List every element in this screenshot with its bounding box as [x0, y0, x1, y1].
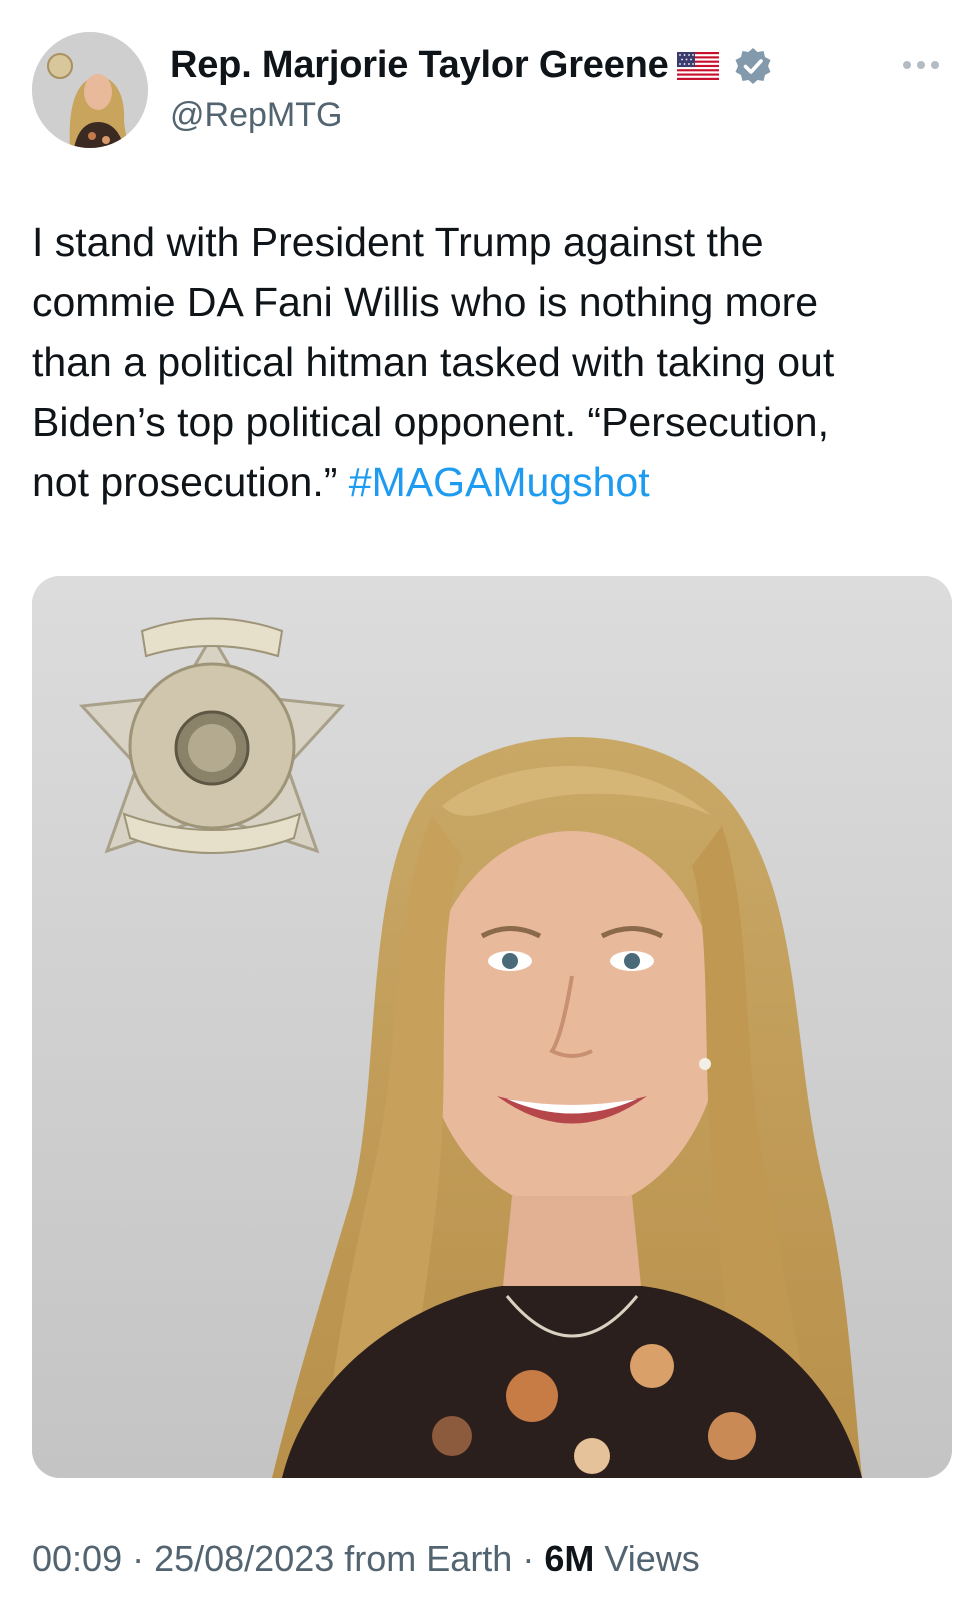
- us-flag-icon: [676, 51, 719, 80]
- views-label[interactable]: Views: [604, 1538, 699, 1580]
- meta-separator: ·: [132, 1538, 145, 1579]
- more-horizontal-icon[interactable]: [900, 58, 942, 72]
- author-name-row[interactable]: Rep. Marjorie Taylor Greene: [170, 44, 773, 87]
- hashtag-link[interactable]: #MAGAMugshot: [349, 459, 650, 505]
- mugshot-photo: [32, 576, 952, 1478]
- author-display-name[interactable]: Rep. Marjorie Taylor Greene: [170, 44, 669, 87]
- avatar-image: [32, 32, 148, 148]
- meta-separator: ·: [522, 1538, 535, 1579]
- views-count: 6M: [544, 1538, 595, 1579]
- tweet-text: I stand with President Trump against the…: [32, 212, 952, 512]
- tweet-card: Rep. Marjorie Taylor Greene @RepMTG I st…: [0, 0, 980, 1614]
- tweet-time[interactable]: 00:09: [32, 1538, 122, 1580]
- tweet-meta: 00:09 · 25/08/2023 from Earth · 6M Views: [32, 1538, 700, 1580]
- tweet-media-image[interactable]: [32, 576, 952, 1478]
- verified-badge-icon[interactable]: [733, 46, 773, 86]
- avatar[interactable]: [32, 32, 148, 148]
- author-handle[interactable]: @RepMTG: [170, 96, 342, 135]
- tweet-source: from Earth: [344, 1538, 513, 1579]
- tweet-date[interactable]: 25/08/2023: [154, 1538, 334, 1580]
